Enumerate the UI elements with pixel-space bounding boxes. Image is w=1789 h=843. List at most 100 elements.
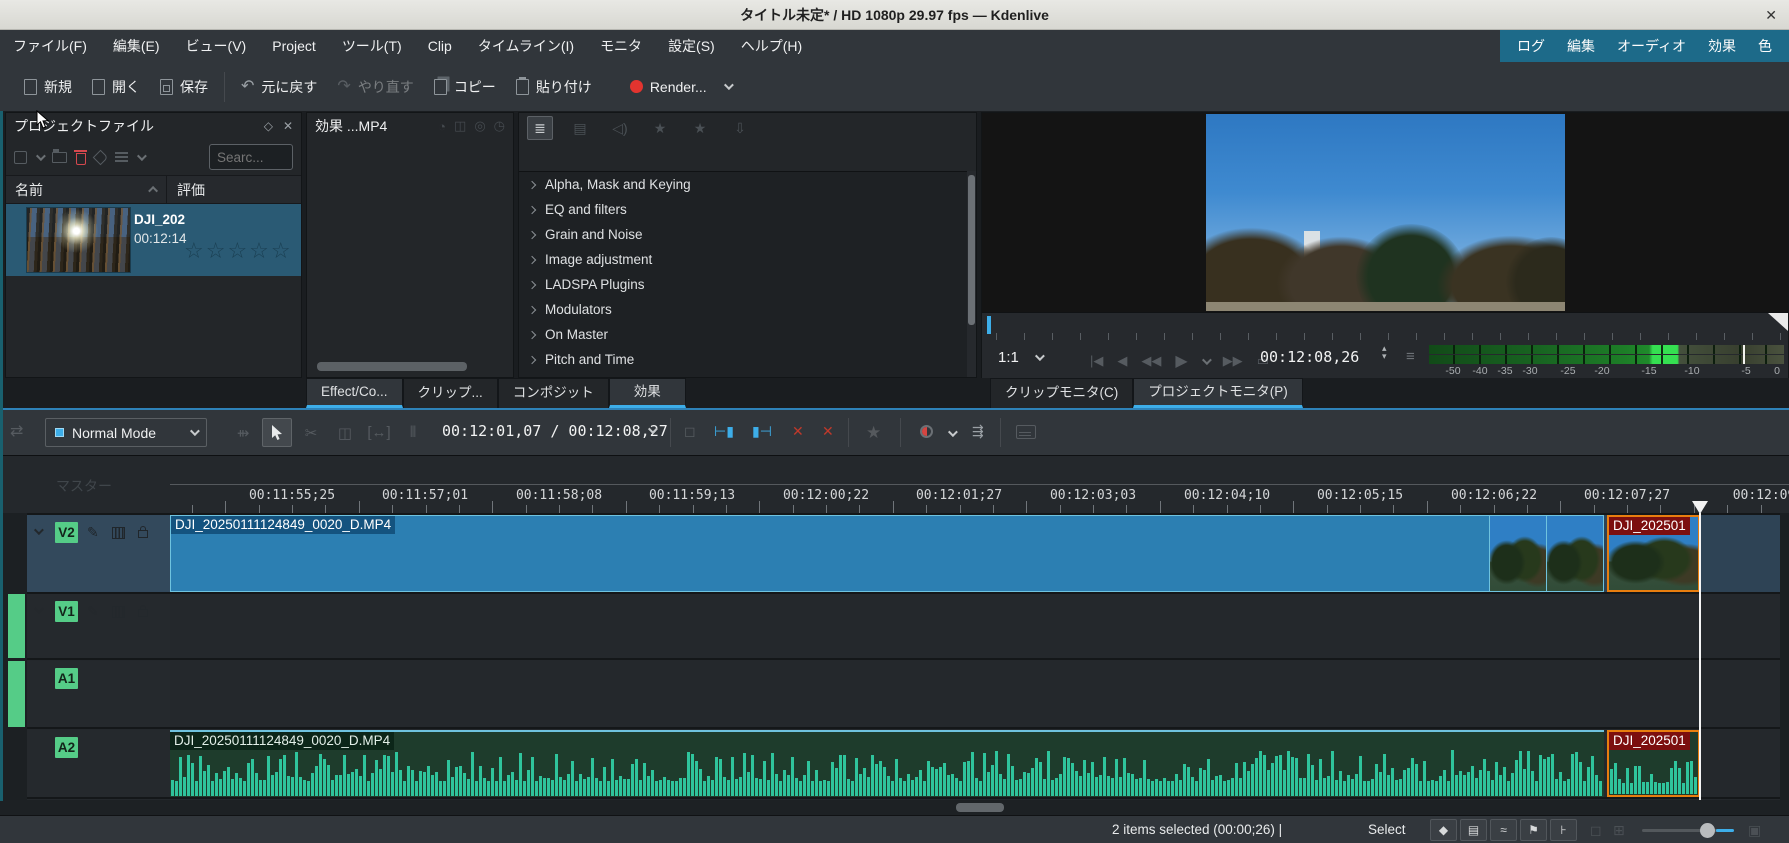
menu-clip[interactable]: Clip xyxy=(415,30,465,62)
effects-category[interactable]: Alpha, Mask and Keying xyxy=(519,172,967,197)
forward-icon[interactable]: ▶▶ xyxy=(1223,353,1243,369)
monitor-zoom-select[interactable]: 1:1 xyxy=(998,349,1042,366)
thumbnails-toggle-icon[interactable]: ▤ xyxy=(1460,819,1487,841)
timeline-timecode[interactable]: 00:12:01,07 / 00:12:08,27 xyxy=(442,422,668,440)
expand-chevron-icon[interactable] xyxy=(528,355,536,363)
layout-effects[interactable]: 効果 xyxy=(1697,30,1747,62)
render-button[interactable]: Render... xyxy=(620,70,741,104)
layout-audio[interactable]: オーディオ xyxy=(1606,30,1697,62)
collapse-track-icon[interactable] xyxy=(34,604,44,614)
zoom-slider-handle[interactable] xyxy=(1700,823,1715,838)
save-button[interactable]: 保存 xyxy=(150,70,218,104)
edit-track-icon[interactable]: ✎ xyxy=(87,603,99,620)
monitor-menu-icon[interactable]: ≡ xyxy=(1406,348,1415,365)
layout-color[interactable]: 色 xyxy=(1747,30,1783,62)
ripple-tool-icon[interactable]: [↔] xyxy=(364,418,394,447)
mix-clips-icon[interactable]: ◻ xyxy=(684,423,696,440)
tag-toggle-icon[interactable]: ◆ xyxy=(1430,819,1457,841)
snapshot-icon[interactable]: ◔ xyxy=(438,119,446,134)
zoom-out-icon[interactable]: ⊞ xyxy=(1613,822,1625,839)
effects-category[interactable]: Pitch and Time xyxy=(519,347,967,372)
expand-chevron-icon[interactable] xyxy=(528,305,536,313)
selected-video-clip[interactable]: DJI_202501 xyxy=(1607,515,1700,592)
show-effects-icon[interactable]: ◎ xyxy=(474,118,485,134)
download-effects-icon[interactable]: ⇩ xyxy=(727,116,753,140)
video-target-indicator[interactable] xyxy=(8,594,25,658)
tab-clip-properties[interactable]: クリップ... xyxy=(403,378,498,408)
open-button[interactable]: 開く xyxy=(82,70,150,104)
effects-category[interactable]: LADSPA Plugins xyxy=(519,272,967,297)
create-folder-icon[interactable] xyxy=(52,152,67,163)
go-start-icon[interactable]: |◀ xyxy=(1090,353,1103,369)
float-panel-icon[interactable]: ◇ xyxy=(264,119,273,133)
undo-button[interactable]: ↶ 元に戻す xyxy=(231,70,327,104)
markers-toggle-icon[interactable]: ⚑ xyxy=(1520,819,1547,841)
track-header-a1[interactable]: A1 xyxy=(27,661,170,727)
track-badge[interactable]: A1 xyxy=(55,668,78,689)
track-badge[interactable]: A2 xyxy=(55,737,78,758)
redo-button[interactable]: ↷ やり直す xyxy=(327,70,423,104)
tab-project-monitor[interactable]: プロジェクトモニタ(P) xyxy=(1133,378,1303,408)
effects-category[interactable]: Image adjustment xyxy=(519,247,967,272)
expand-chevron-icon[interactable] xyxy=(528,205,536,213)
effects-category[interactable]: On Master xyxy=(519,322,967,347)
film-icon[interactable] xyxy=(112,527,125,539)
name-column-header[interactable]: 名前 xyxy=(6,180,166,200)
menu-timeline[interactable]: タイムライン(I) xyxy=(465,30,587,62)
timer-icon[interactable]: ◷ xyxy=(494,118,505,134)
zone-out-icon[interactable]: ▮⊣ xyxy=(752,423,772,440)
effects-category[interactable]: Grain and Noise xyxy=(519,222,967,247)
menu-tools[interactable]: ツール(T) xyxy=(329,30,415,62)
master-track-label[interactable]: マスター xyxy=(56,476,112,496)
play-icon[interactable]: ▶ xyxy=(1175,351,1187,371)
zoom-in-icon[interactable]: ▣ xyxy=(1748,822,1761,839)
expand-chevron-icon[interactable] xyxy=(528,330,536,338)
record-icon[interactable] xyxy=(920,425,933,438)
chevron-down-icon[interactable] xyxy=(36,151,46,161)
collapse-track-icon[interactable] xyxy=(34,525,44,535)
audio-effects-icon[interactable]: ◁) xyxy=(607,116,633,140)
track-badge[interactable]: V2 xyxy=(55,522,78,543)
chevron-down-icon[interactable] xyxy=(948,427,958,437)
filter-chevron-icon[interactable] xyxy=(137,151,147,161)
timeline-horizontal-scrollbar[interactable] xyxy=(0,800,1789,815)
favorite-effects-icon[interactable]: ★ xyxy=(866,423,881,443)
tab-clip-monitor[interactable]: クリップモニタ(C) xyxy=(990,378,1133,408)
delete-in-icon[interactable]: ✕ xyxy=(792,423,804,440)
delete-icon[interactable] xyxy=(76,153,86,165)
snap-toggle-icon[interactable]: ⊦ xyxy=(1550,819,1577,841)
timeline-ruler[interactable]: マスター 00:11:55;25 00:11:57;01 00:11:58;08… xyxy=(0,455,1789,513)
menu-view[interactable]: ビュー(V) xyxy=(173,30,260,62)
timeline-options-icon[interactable]: ⇄ xyxy=(10,424,23,440)
expand-chevron-icon[interactable] xyxy=(528,230,536,238)
zone-in-icon[interactable]: ⊢▮ xyxy=(714,423,734,440)
paste-button[interactable]: 貼り付け xyxy=(506,70,602,104)
lock-icon[interactable] xyxy=(138,609,148,617)
playhead-handle[interactable] xyxy=(1692,501,1708,514)
lock-icon[interactable] xyxy=(138,530,148,538)
tag-icon[interactable] xyxy=(93,149,109,165)
layout-editing[interactable]: 編集 xyxy=(1556,30,1606,62)
rewind-icon[interactable]: ◀◀ xyxy=(1141,353,1161,369)
selected-audio-clip[interactable]: DJI_202501 xyxy=(1607,730,1700,797)
close-window-button[interactable]: ✕ xyxy=(1765,0,1777,30)
subtitles-icon[interactable] xyxy=(1016,425,1036,439)
vertical-scrollbar[interactable] xyxy=(967,171,976,377)
layout-log[interactable]: ログ xyxy=(1506,30,1556,62)
tab-effects[interactable]: 効果 xyxy=(609,378,686,408)
monitor-position-marker[interactable] xyxy=(987,316,991,334)
monitor-timecode[interactable]: 00:12:08,26 xyxy=(1260,348,1359,366)
fit-zoom-icon[interactable]: ◻ xyxy=(1590,822,1602,839)
track-header-v1[interactable]: V1 ✎ xyxy=(27,594,170,658)
show-all-effects-icon[interactable]: ≣ xyxy=(527,116,553,140)
video-clip[interactable]: DJI_20250111124849_0020_D.MP4 xyxy=(170,515,1604,592)
bin-clip-row[interactable]: DJI_202 00:12:14 ☆☆☆☆☆ xyxy=(6,204,301,276)
edit-mode-select[interactable]: Normal Mode xyxy=(45,418,207,447)
expand-chevron-icon[interactable] xyxy=(528,280,536,288)
add-clip-icon[interactable] xyxy=(14,151,27,164)
expand-chevron-icon[interactable] xyxy=(528,180,536,188)
menu-project[interactable]: Project xyxy=(259,30,329,62)
menu-monitor[interactable]: モニタ xyxy=(587,30,655,62)
spacer-tool-icon[interactable]: ◫ xyxy=(330,418,360,447)
razor-tool-icon[interactable]: ✂ xyxy=(296,418,326,447)
